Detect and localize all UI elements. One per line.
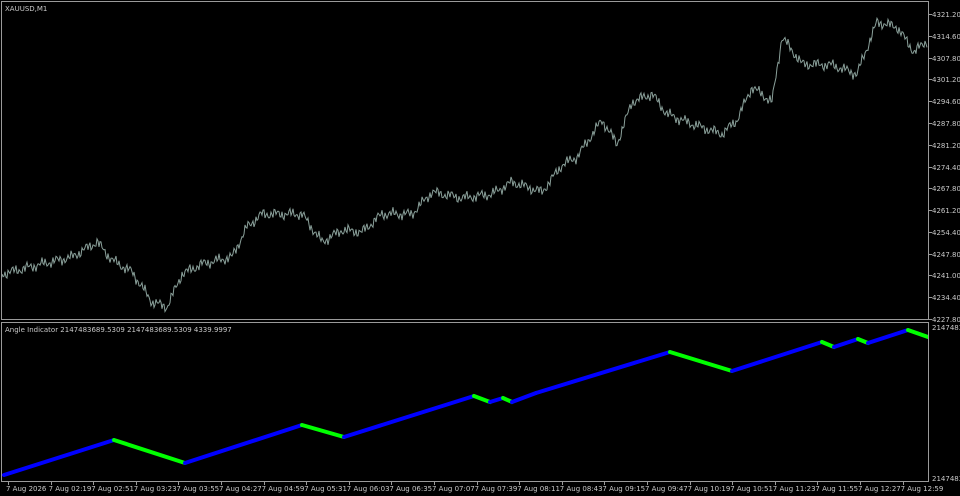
indicator-down-segment — [472, 394, 492, 404]
time-axis-label: 7 Aug 08:43 — [559, 485, 603, 493]
time-axis-label: 7 Aug 11:23 — [772, 485, 816, 493]
time-axis-label: 7 Aug 09:15 — [602, 485, 646, 493]
price-axis-label: 4294.60 — [932, 98, 960, 107]
price-axis-label: 4247.80 — [932, 250, 960, 259]
time-axis-label: 7 Aug 10:51 — [730, 485, 773, 493]
indicator-panel[interactable]: Angle Indicator 2147483689.5309 21474836… — [1, 322, 929, 482]
time-axis-label: 7 Aug 05:31 — [304, 485, 347, 493]
price-axis-label: 4241.00 — [932, 272, 960, 281]
symbol-label: XAUUSD,M1 — [5, 5, 48, 13]
indicator-up-segment — [510, 391, 538, 404]
time-axis-label: 7 Aug 02:51 — [91, 485, 134, 493]
price-axis-label: 4321.20 — [932, 11, 960, 19]
indicator-down-segment — [668, 350, 734, 373]
time-axis-label: 7 Aug 07:07 — [432, 485, 475, 493]
mt4-chart-window: XAUUSD,M1 4321.20 4314.60 4307.80 4301.20 42… — [0, 0, 960, 496]
time-axis-label: 7 Aug 09:47 — [645, 485, 688, 493]
time-axis-label: 7 Aug 02:19 — [48, 485, 92, 493]
indicator-down-segment — [300, 423, 346, 439]
time-axis-label: 7 Aug 03:55 — [176, 485, 220, 493]
price-line-chart — [2, 16, 928, 313]
indicator-axis-bottom: 2147483689 — [932, 475, 960, 483]
price-axis-label: 4227.80 — [932, 316, 960, 324]
indicator-down-segment — [112, 438, 187, 465]
indicator-label: Angle Indicator 2147483689.5309 21474836… — [5, 326, 232, 334]
price-series-line — [2, 16, 928, 313]
time-axis-label: 7 Aug 04:27 — [219, 485, 262, 493]
time-axis-label: 7 Aug 12:59 — [900, 485, 944, 493]
price-axis-label: 4287.80 — [932, 119, 960, 128]
time-axis-label: 7 Aug 08:11 — [517, 485, 560, 493]
price-axis-label: 4281.20 — [932, 141, 960, 150]
indicator-axis-top: 2147483689 — [932, 324, 960, 332]
angle-indicator-chart — [2, 328, 928, 477]
time-axis-label: 7 Aug 07:39 — [474, 485, 518, 493]
time-axis-label: 7 Aug 04:59 — [261, 485, 305, 493]
indicator-down-segment — [906, 328, 928, 339]
time-axis-label: 7 Aug 06:03 — [346, 485, 390, 493]
indicator-up-segment — [730, 340, 824, 373]
price-axis-label: 4261.20 — [932, 207, 960, 216]
price-axis-label: 4267.80 — [932, 185, 960, 194]
time-axis-label: 7 Aug 10:19 — [687, 485, 731, 493]
price-axis-label: 4314.60 — [932, 32, 960, 41]
indicator-up-segment — [832, 337, 860, 349]
time-axis-label: 7 Aug 11:55 — [815, 485, 859, 493]
indicator-up-segment — [342, 394, 476, 439]
price-axis-label: 4254.40 — [932, 228, 960, 237]
indicator-up-segment — [488, 396, 505, 404]
indicator-up-segment — [866, 328, 910, 345]
price-axis-label: 4301.20 — [932, 76, 960, 85]
price-axis[interactable]: 4321.20 4314.60 4307.80 4301.20 4294.60 4287.… — [929, 0, 960, 324]
indicator-up-segment — [2, 438, 116, 477]
time-axis-label: 7 Aug 12:27 — [858, 485, 901, 493]
indicator-up-segment — [534, 350, 672, 395]
main-price-panel[interactable]: XAUUSD,M1 — [1, 1, 929, 320]
time-axis-label: 7 Aug 03:23 — [133, 485, 177, 493]
time-axis-label: 7 Aug 2026 — [6, 485, 47, 493]
indicator-up-segment — [183, 423, 304, 465]
price-axis-label: 4274.40 — [932, 163, 960, 172]
price-axis-label: 4234.40 — [932, 294, 960, 303]
time-axis-label: 7 Aug 06:35 — [389, 485, 433, 493]
price-axis-label: 4307.80 — [932, 54, 960, 63]
time-axis[interactable]: 7 Aug 2026 7 Aug 02:19 7 Aug 02:51 7 Aug 03… — [0, 482, 943, 496]
